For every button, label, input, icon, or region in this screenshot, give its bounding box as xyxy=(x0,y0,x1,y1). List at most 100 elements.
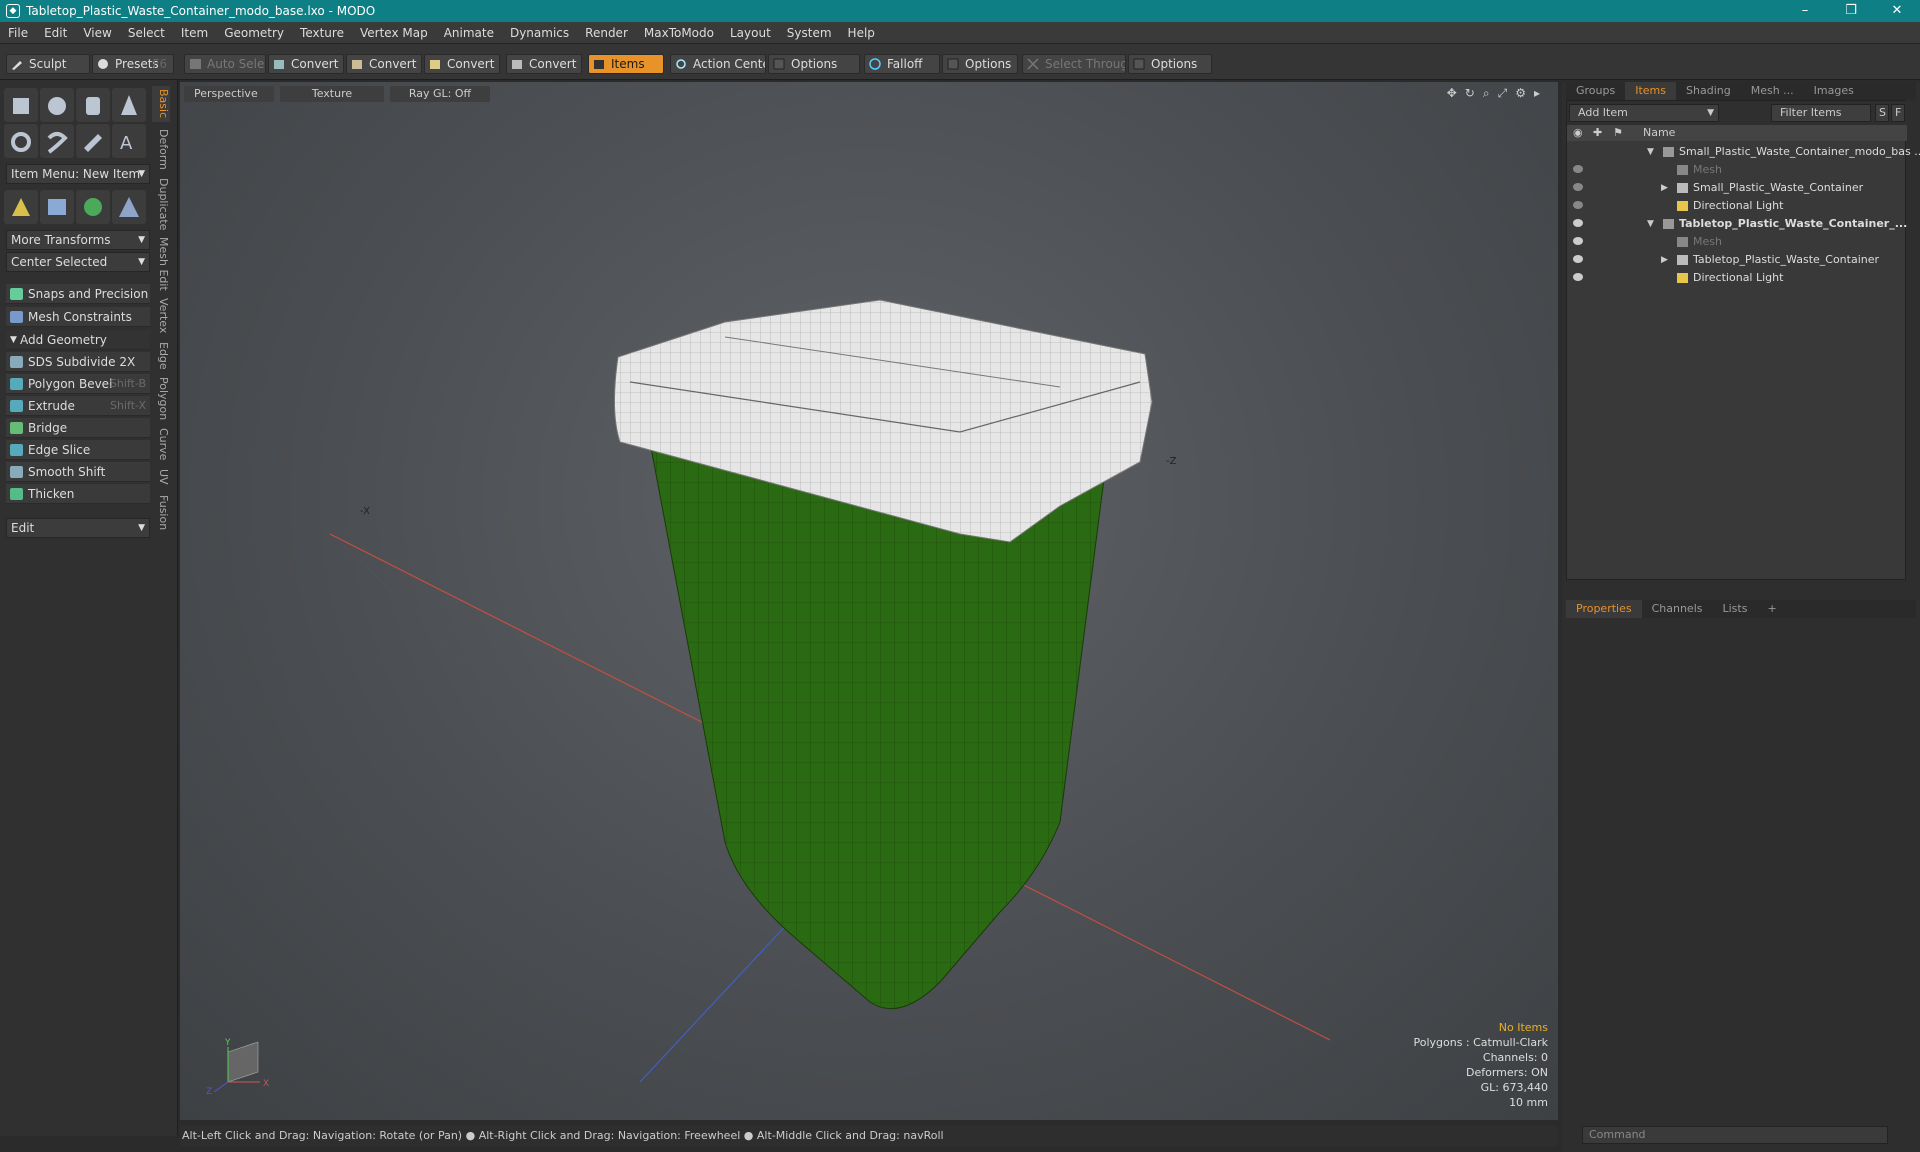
text-tool-icon[interactable]: A xyxy=(112,124,146,158)
s-toggle[interactable]: S xyxy=(1875,104,1889,122)
convert-button-1[interactable]: Convert xyxy=(268,54,344,74)
minimize-button[interactable]: – xyxy=(1782,0,1828,22)
tab-edge[interactable]: Edge xyxy=(152,340,170,372)
3d-viewport[interactable]: Perspective Texture Ray GL: Off ✥ ↻ ⌕ ⤢ … xyxy=(180,82,1558,1120)
f-toggle[interactable]: F xyxy=(1891,104,1905,122)
auto-select-button[interactable]: Auto Select xyxy=(184,54,266,74)
pyramid-tool-icon[interactable] xyxy=(112,190,146,224)
edge-slice-tool[interactable]: Edge Slice xyxy=(6,440,150,460)
item-menu-dropdown[interactable]: Item Menu: New Item ▼ xyxy=(6,164,150,184)
visibility-eye-icon[interactable] xyxy=(1573,201,1583,209)
capsule-tool-icon[interactable] xyxy=(40,124,74,158)
menu-edit[interactable]: Edit xyxy=(36,26,75,40)
snaps-precision-button[interactable]: Snaps and Precision xyxy=(6,284,150,304)
add-tab-icon[interactable]: + xyxy=(1757,600,1786,618)
tree-row[interactable]: ▶ Tabletop_Plastic_Waste_Container xyxy=(1567,251,1907,269)
menu-maxtomodo[interactable]: MaxToModo xyxy=(636,26,722,40)
expand-arrow-icon[interactable]: ▶ xyxy=(1661,251,1668,269)
close-button[interactable]: ✕ xyxy=(1874,0,1920,22)
falloff-button[interactable]: Falloff xyxy=(864,54,940,74)
visibility-eye-icon[interactable] xyxy=(1573,183,1583,191)
tab-items[interactable]: Items xyxy=(1625,82,1677,100)
tab-images[interactable]: Images xyxy=(1804,82,1864,100)
tree-row[interactable]: ▼ Small_Plastic_Waste_Container_modo_bas… xyxy=(1567,143,1920,161)
tree-row[interactable]: ▼ Tabletop_Plastic_Waste_Container_... xyxy=(1567,215,1907,233)
presets-button[interactable]: Presets F6 xyxy=(92,54,174,74)
convert-button-2[interactable]: Convert xyxy=(346,54,422,74)
tab-shading[interactable]: Shading xyxy=(1676,82,1741,100)
tab-uv[interactable]: UV xyxy=(152,466,170,488)
tab-mesh-edit[interactable]: Mesh Edit xyxy=(152,236,170,292)
menu-select[interactable]: Select xyxy=(120,26,173,40)
transform-tool-icon[interactable] xyxy=(4,190,38,224)
menu-layout[interactable]: Layout xyxy=(722,26,779,40)
command-input[interactable]: Command xyxy=(1582,1126,1888,1144)
grid-tool-icon[interactable] xyxy=(40,190,74,224)
visibility-eye-icon[interactable] xyxy=(1573,165,1583,173)
action-center-button[interactable]: Action Center xyxy=(670,54,766,74)
menu-system[interactable]: System xyxy=(779,26,840,40)
bridge-tool[interactable]: Bridge xyxy=(6,418,150,438)
menu-dynamics[interactable]: Dynamics xyxy=(502,26,577,40)
tree-row[interactable]: ▶ Small_Plastic_Waste_Container xyxy=(1567,179,1907,197)
convert-button-3[interactable]: Convert xyxy=(424,54,500,74)
tree-row[interactable]: Directional Light xyxy=(1567,269,1907,287)
tab-basic[interactable]: Basic xyxy=(152,86,170,122)
tree-row[interactable]: Mesh xyxy=(1567,233,1907,251)
collapse-arrow-icon[interactable]: ▼ xyxy=(1647,143,1654,161)
menu-geometry[interactable]: Geometry xyxy=(216,26,292,40)
cylinder-tool-icon[interactable] xyxy=(76,88,110,122)
menu-animate[interactable]: Animate xyxy=(436,26,502,40)
tab-groups[interactable]: Groups xyxy=(1566,82,1625,100)
visibility-eye-icon[interactable] xyxy=(1573,255,1583,263)
menu-view[interactable]: View xyxy=(75,26,119,40)
menu-file[interactable]: File xyxy=(0,26,36,40)
collapse-arrow-icon[interactable]: ▼ xyxy=(1647,215,1654,233)
sphere-tool-icon[interactable] xyxy=(40,88,74,122)
center-selected-dropdown[interactable]: Center Selected ▼ xyxy=(6,252,150,272)
tab-deform[interactable]: Deform xyxy=(152,126,170,172)
tab-curve[interactable]: Curve xyxy=(152,426,170,462)
visibility-eye-icon[interactable] xyxy=(1573,219,1583,227)
menu-texture[interactable]: Texture xyxy=(292,26,352,40)
filter-items-input[interactable]: Filter Items xyxy=(1771,104,1871,122)
tab-fusion[interactable]: Fusion xyxy=(152,492,170,534)
pen-tool-icon[interactable] xyxy=(76,124,110,158)
convert-button-4[interactable]: Convert xyxy=(506,54,582,74)
edit-dropdown[interactable]: Edit ▼ xyxy=(6,518,150,538)
tab-properties[interactable]: Properties xyxy=(1566,600,1642,618)
items-mode-button[interactable]: Items xyxy=(588,54,664,74)
polygon-bevel-tool[interactable]: Polygon Bevel Shift-B xyxy=(6,374,150,394)
visibility-eye-icon[interactable] xyxy=(1573,273,1583,281)
tab-mesh[interactable]: Mesh ... xyxy=(1741,82,1804,100)
torus-tool-icon[interactable] xyxy=(4,124,38,158)
menu-item[interactable]: Item xyxy=(173,26,216,40)
sculpt-button[interactable]: Sculpt xyxy=(6,54,90,74)
select-through-button[interactable]: Select Through xyxy=(1022,54,1126,74)
smooth-shift-tool[interactable]: Smooth Shift xyxy=(6,462,150,482)
menu-vertex-map[interactable]: Vertex Map xyxy=(352,26,436,40)
options-button-3[interactable]: Options xyxy=(1128,54,1212,74)
globe-tool-icon[interactable] xyxy=(76,190,110,224)
tab-polygon[interactable]: Polygon xyxy=(152,376,170,422)
tab-vertex[interactable]: Vertex xyxy=(152,296,170,336)
menu-render[interactable]: Render xyxy=(577,26,636,40)
expand-arrow-icon[interactable]: ▶ xyxy=(1661,179,1668,197)
sds-subdivide-tool[interactable]: SDS Subdivide 2X xyxy=(6,352,150,372)
restore-button[interactable]: ❐ xyxy=(1828,0,1874,22)
tab-channels[interactable]: Channels xyxy=(1642,600,1713,618)
tab-lists[interactable]: Lists xyxy=(1713,600,1758,618)
options-button-2[interactable]: Options xyxy=(942,54,1018,74)
tree-row[interactable]: Mesh xyxy=(1567,161,1907,179)
mesh-constraints-button[interactable]: Mesh Constraints xyxy=(6,307,150,327)
tab-duplicate[interactable]: Duplicate xyxy=(152,176,170,232)
visibility-eye-icon[interactable] xyxy=(1573,237,1583,245)
options-button-1[interactable]: Options xyxy=(768,54,860,74)
tree-row[interactable]: Directional Light xyxy=(1567,197,1907,215)
cube-tool-icon[interactable] xyxy=(4,88,38,122)
more-transforms-dropdown[interactable]: More Transforms ▼ xyxy=(6,230,150,250)
extrude-tool[interactable]: Extrude Shift-X xyxy=(6,396,150,416)
add-geometry-header[interactable]: ▼ Add Geometry xyxy=(6,330,150,350)
add-item-dropdown[interactable]: Add Item ▼ xyxy=(1569,104,1719,122)
menu-help[interactable]: Help xyxy=(840,26,883,40)
